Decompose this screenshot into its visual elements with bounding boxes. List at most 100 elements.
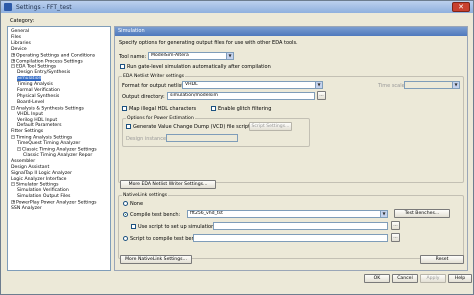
reset-button[interactable]: Reset	[420, 255, 464, 264]
tree-item-label: Logic Analyzer Interface	[11, 176, 67, 182]
gate-level-checkbox[interactable]	[120, 64, 125, 69]
category-tree[interactable]: General Files Libraries Device +Operating Se…	[7, 26, 111, 271]
chevron-down-icon: ▼	[226, 53, 233, 59]
tree-item[interactable]: Device	[11, 47, 27, 52]
browse-script-compile-button[interactable]: ...	[391, 233, 400, 242]
browse-output-dir-button[interactable]: ...	[317, 91, 326, 100]
tree-item[interactable]: Simulation Output Files	[17, 194, 70, 199]
tree-item[interactable]: Logic Analyzer Interface	[11, 177, 66, 182]
collapse-icon[interactable]: -	[11, 182, 15, 187]
tree-item[interactable]: - Classic Timing Analyzer Settings	[17, 147, 97, 153]
tree-item[interactable]: Assembler	[11, 159, 35, 164]
tree-item[interactable]: Design Assistant	[11, 165, 49, 170]
tree-item-label: Libraries	[11, 40, 31, 46]
tree-item-label: TimeQuest Timing Analyzer	[17, 141, 81, 147]
tree-item[interactable]: Simulation	[17, 76, 42, 82]
vcd-checkbox[interactable]	[126, 124, 131, 129]
script-settings-button[interactable]: Script Settings...	[249, 122, 292, 131]
help-button[interactable]: Help	[448, 274, 472, 283]
time-scale-select[interactable]: ▼	[404, 81, 460, 89]
tree-item-label: Assembler	[11, 158, 36, 164]
tree-item-label: Timing Analysis Settings	[16, 135, 73, 141]
window-title: Settings - FFT_test	[16, 3, 72, 11]
tree-item[interactable]: Formal Verification	[17, 88, 60, 93]
tree-item-label: General	[11, 29, 30, 34]
expand-icon[interactable]: +	[11, 200, 15, 205]
tree-item[interactable]: General	[11, 29, 29, 34]
tree-item[interactable]: +Compilation Process Settings	[11, 58, 83, 64]
glitch-filter-label: Enable glitch filtering	[218, 106, 272, 112]
test-benches-button[interactable]: Test Benches...	[394, 209, 450, 218]
map-illegal-label: Map illegal HDL characters	[129, 106, 197, 112]
tree-item-label: Classic Timing Analyzer Settings	[22, 147, 97, 153]
collapse-icon[interactable]: -	[11, 105, 15, 110]
collapse-icon[interactable]: -	[11, 135, 15, 140]
tree-item-label: Design Assistant	[11, 164, 50, 170]
tree-item[interactable]: Libraries	[11, 41, 31, 46]
tree-item-label: Fitter Settings	[11, 129, 44, 135]
none-radio[interactable]	[123, 201, 128, 206]
tree-item-label: Simulation	[17, 76, 42, 82]
tree-item-label: Timing Analysis	[17, 82, 53, 88]
netlist-writer-group-title: EDA Netlist Writer settings	[122, 74, 186, 79]
more-nativelink-settings-button[interactable]: More NativeLink Settings...	[120, 255, 192, 264]
collapse-icon[interactable]: -	[11, 64, 15, 69]
tree-item[interactable]: Timing Analysis	[17, 82, 53, 87]
glitch-filter-checkbox[interactable]	[211, 106, 216, 111]
chevron-down-icon: ▼	[315, 82, 322, 88]
tool-name-select[interactable]: ModelSim-Altera ▼	[148, 52, 234, 60]
map-illegal-checkbox[interactable]	[122, 106, 127, 111]
output-dir-label: Output directory:	[122, 94, 165, 100]
tree-item[interactable]: TimeQuest Timing Analyzer	[17, 141, 80, 146]
tree-item[interactable]: Physical Synthesis	[17, 94, 59, 99]
expand-icon[interactable]: +	[11, 52, 15, 57]
browse-use-script-button[interactable]: ...	[391, 221, 400, 230]
tree-item[interactable]: Simulation Verification	[17, 188, 69, 193]
tree-item[interactable]: Board-Level	[17, 100, 44, 105]
tree-item[interactable]: +PowerPlay Power Analyzer Settings	[11, 200, 97, 206]
cancel-button[interactable]: Cancel	[392, 274, 418, 283]
gate-level-label: Run gate-level simulation automatically …	[127, 64, 271, 70]
collapse-icon[interactable]: -	[17, 147, 21, 151]
compile-bench-label: Compile test bench:	[130, 212, 181, 218]
power-estimation-group-title: Options for Power Estimation	[126, 116, 195, 121]
output-dir-field[interactable]: simulation/modelsim	[167, 92, 315, 100]
compile-bench-value: fft256_vhd_tst	[190, 211, 223, 216]
tree-item[interactable]: Files	[11, 35, 21, 40]
script-compile-field[interactable]	[193, 234, 388, 242]
use-script-checkbox[interactable]	[131, 224, 136, 229]
tree-item[interactable]: SignalTap II Logic Analyzer	[11, 171, 72, 176]
ok-button[interactable]: OK	[364, 274, 390, 283]
use-script-field[interactable]	[213, 222, 388, 230]
tree-item-label: Default Parameters	[17, 123, 62, 129]
tree-item[interactable]: Default Parameters	[17, 123, 62, 128]
script-compile-radio[interactable]	[123, 236, 128, 241]
vcd-label: Generate Value Change Dump (VCD) file sc…	[133, 124, 251, 130]
close-button[interactable]: ✕	[452, 2, 470, 12]
tree-item-label: Verilog HDL Input	[17, 117, 58, 123]
tree-item[interactable]: +Operating Settings and Conditions	[11, 52, 95, 58]
settings-window: Settings - FFT_test ✕ Category: General F…	[0, 0, 474, 295]
tree-item[interactable]: VHDL Input	[17, 112, 43, 117]
tree-item[interactable]: - Timing Analysis Settings	[11, 135, 72, 141]
design-instance-field[interactable]	[166, 134, 238, 142]
tree-item[interactable]: - Analysis & Synthesis Settings	[11, 105, 84, 111]
panel-description: Specify options for generating output fi…	[119, 40, 298, 46]
tree-item[interactable]: Classic Timing Analyzer Repor	[23, 153, 92, 158]
none-label: None	[130, 201, 144, 207]
nativelink-group-title: NativeLink settings	[122, 193, 169, 198]
compile-bench-radio[interactable]	[123, 212, 128, 217]
tree-item[interactable]: Fitter Settings	[11, 129, 43, 134]
tree-item-label: Design Entry/Synthesis	[17, 70, 71, 76]
apply-button[interactable]: Apply	[420, 274, 446, 283]
tree-item[interactable]: Verilog HDL Input	[17, 118, 57, 123]
tree-item[interactable]: SSN Analyzer	[11, 206, 42, 211]
compile-bench-select[interactable]: fft256_vhd_tst ▼	[187, 210, 388, 218]
more-netlist-settings-button[interactable]: More EDA Netlist Writer Settings...	[120, 180, 216, 189]
tree-item[interactable]: Design Entry/Synthesis	[17, 70, 70, 75]
expand-icon[interactable]: +	[11, 58, 15, 63]
format-select[interactable]: VHDL ▼	[182, 81, 323, 89]
app-icon	[4, 3, 12, 11]
format-value: VHDL	[185, 82, 198, 87]
title-bar: Settings - FFT_test ✕	[1, 1, 473, 13]
